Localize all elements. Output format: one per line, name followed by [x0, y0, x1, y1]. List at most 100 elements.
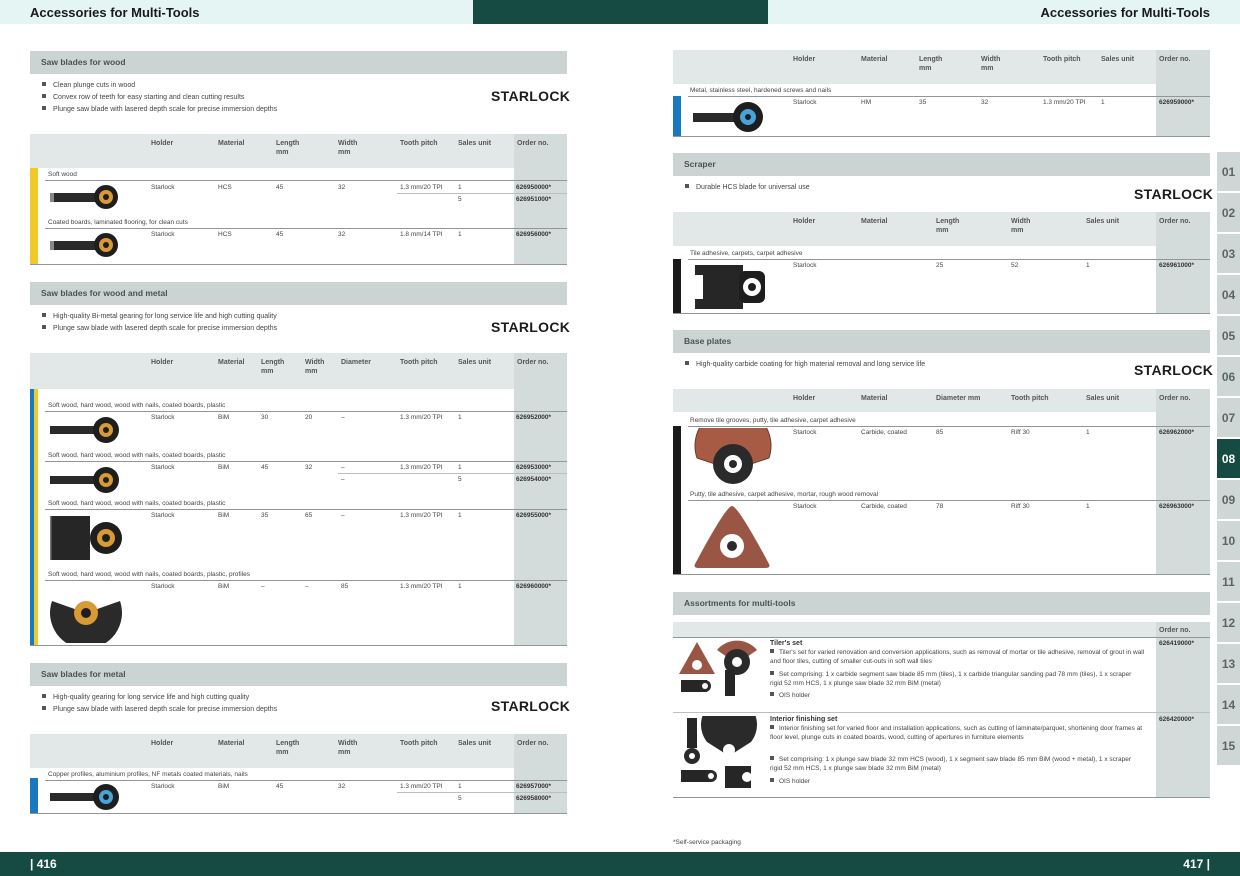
tab-02[interactable]: 02	[1217, 193, 1240, 232]
tab-04[interactable]: 04	[1217, 275, 1240, 314]
tab-14[interactable]: 14	[1217, 685, 1240, 724]
page-number-right: 417 |	[1183, 857, 1210, 871]
category-label: Soft wood, hard wood, wood with nails, c…	[48, 402, 226, 409]
tab-11[interactable]: 11	[1217, 562, 1240, 601]
table-bottom	[673, 574, 1210, 575]
col-order: Order no.	[1159, 218, 1191, 225]
section-metal-title: Saw blades for metal	[41, 669, 126, 679]
tab-06[interactable]: 06	[1217, 357, 1240, 396]
cell-diameter: 85	[341, 583, 349, 590]
cell-holder: Starlock	[151, 783, 175, 790]
cell-diameter: –	[341, 464, 345, 471]
set-point-text: Set comprising: 1 x carbide segment saw …	[770, 671, 1132, 687]
cell-order: 626957000*	[516, 783, 552, 790]
section-baseplates-bar: Base plates	[673, 330, 1210, 353]
carbide-segment-blade-image	[694, 428, 772, 484]
row-divider	[45, 780, 567, 781]
cell-material: Carbide, coated	[861, 429, 907, 436]
cell-order: 626956000*	[516, 231, 552, 238]
row-divider	[45, 180, 567, 181]
col-diameter: Diameter	[341, 359, 371, 366]
cell-order: 626955000*	[516, 512, 552, 519]
cell-order: 626962000*	[1159, 429, 1195, 436]
footnote: *Self-service packaging	[673, 839, 741, 846]
tab-07[interactable]: 07	[1217, 398, 1240, 437]
cell-diameter: 85	[936, 429, 944, 436]
tab-05[interactable]: 05	[1217, 316, 1240, 355]
category-label: Soft wood, hard wood, wood with nails, c…	[48, 571, 250, 578]
row-divider	[673, 637, 1210, 638]
cell-width: 52	[1011, 262, 1019, 269]
cell-material: HCS	[218, 184, 232, 191]
bullet: Convex row of teeth for easy starting an…	[42, 94, 244, 101]
col-holder: Holder	[793, 395, 816, 402]
cell-width: 32	[305, 464, 313, 471]
starlock-logo: STARLOCK	[1134, 362, 1214, 378]
starlock-logo: STARLOCK	[1134, 186, 1214, 202]
cell-material: BiM	[218, 512, 230, 519]
row-divider	[397, 792, 567, 793]
cell-sales: 1	[458, 184, 462, 191]
col-sales: Sales unit	[458, 359, 492, 366]
footer-bar	[0, 852, 1240, 876]
cell-order: 626420000*	[1159, 716, 1195, 723]
cell-tooth: 1.3 mm/20 TPI	[400, 464, 443, 471]
tab-13[interactable]: 13	[1217, 644, 1240, 683]
section-assortments-title: Assortments for multi-tools	[684, 598, 796, 608]
cell-tooth: Riff 30	[1011, 429, 1030, 436]
cell-order: 626961000*	[1159, 262, 1195, 269]
tab-08[interactable]: 08	[1217, 439, 1240, 478]
order-column-bg	[1156, 389, 1210, 574]
plunge-blade-image	[693, 102, 763, 132]
cell-sales: 1	[1086, 262, 1090, 269]
triangular-sanding-pad-image	[694, 506, 770, 568]
col-tooth: Tooth pitch	[1043, 56, 1081, 63]
category-label: Soft wood, hard wood, wood with nails, c…	[48, 500, 226, 507]
col-holder: Holder	[793, 56, 816, 63]
bullet: High-quality carbide coating for high ma…	[685, 361, 925, 368]
bullet: Plunge saw blade with lasered depth scal…	[42, 106, 277, 113]
col-width: Width mm	[305, 359, 325, 375]
cell-sales: 5	[458, 476, 462, 483]
table-header-bg	[673, 622, 1210, 637]
section-baseplates-title: Base plates	[684, 336, 732, 346]
cell-sales: 1	[1101, 99, 1105, 106]
tab-10[interactable]: 10	[1217, 521, 1240, 560]
tab-12[interactable]: 12	[1217, 603, 1240, 642]
category-label: Soft wood	[48, 171, 77, 178]
col-sales: Sales unit	[1086, 218, 1120, 225]
category-label: Metal, stainless steel, hardened screws …	[690, 87, 832, 94]
cell-length: 45	[261, 464, 269, 471]
cell-order: 626954000*	[516, 476, 552, 483]
cell-sales: 1	[458, 231, 462, 238]
col-material: Material	[861, 56, 888, 63]
cell-length: 45	[276, 783, 284, 790]
tab-09[interactable]: 09	[1217, 480, 1240, 519]
row-divider	[688, 259, 1210, 260]
bullet: High-quality gearing for long service li…	[42, 694, 249, 701]
col-diameter: Diameter mm	[936, 395, 981, 402]
tab-03[interactable]: 03	[1217, 234, 1240, 273]
cell-length: 45	[276, 184, 284, 191]
table-bottom	[30, 264, 567, 265]
cell-sales: 1	[1086, 429, 1090, 436]
set-point-text: Tiler's set for varied renovation and co…	[770, 649, 1145, 665]
order-column-bg	[514, 353, 567, 645]
cell-material: BiM	[218, 414, 230, 421]
set-point: Interior finishing set for varied floor …	[770, 725, 1150, 742]
cell-order: 626960000*	[516, 583, 552, 590]
col-order: Order no.	[517, 740, 549, 747]
cell-material: BiM	[218, 583, 230, 590]
page-number-left: | 416	[30, 857, 57, 871]
header-title-left: Accessories for Multi-Tools	[30, 5, 200, 20]
category-stripe-black	[673, 259, 681, 313]
cell-holder: Starlock	[151, 231, 175, 238]
set-name: Tiler's set	[770, 640, 803, 647]
tab-15[interactable]: 15	[1217, 726, 1240, 765]
cell-width: 32	[338, 783, 346, 790]
col-width: Width mm	[338, 740, 358, 756]
table-bottom	[30, 813, 567, 814]
tab-01[interactable]: 01	[1217, 152, 1240, 191]
cell-sales: 5	[458, 795, 462, 802]
cell-tooth: 1.3 mm/20 TPI	[400, 184, 443, 191]
